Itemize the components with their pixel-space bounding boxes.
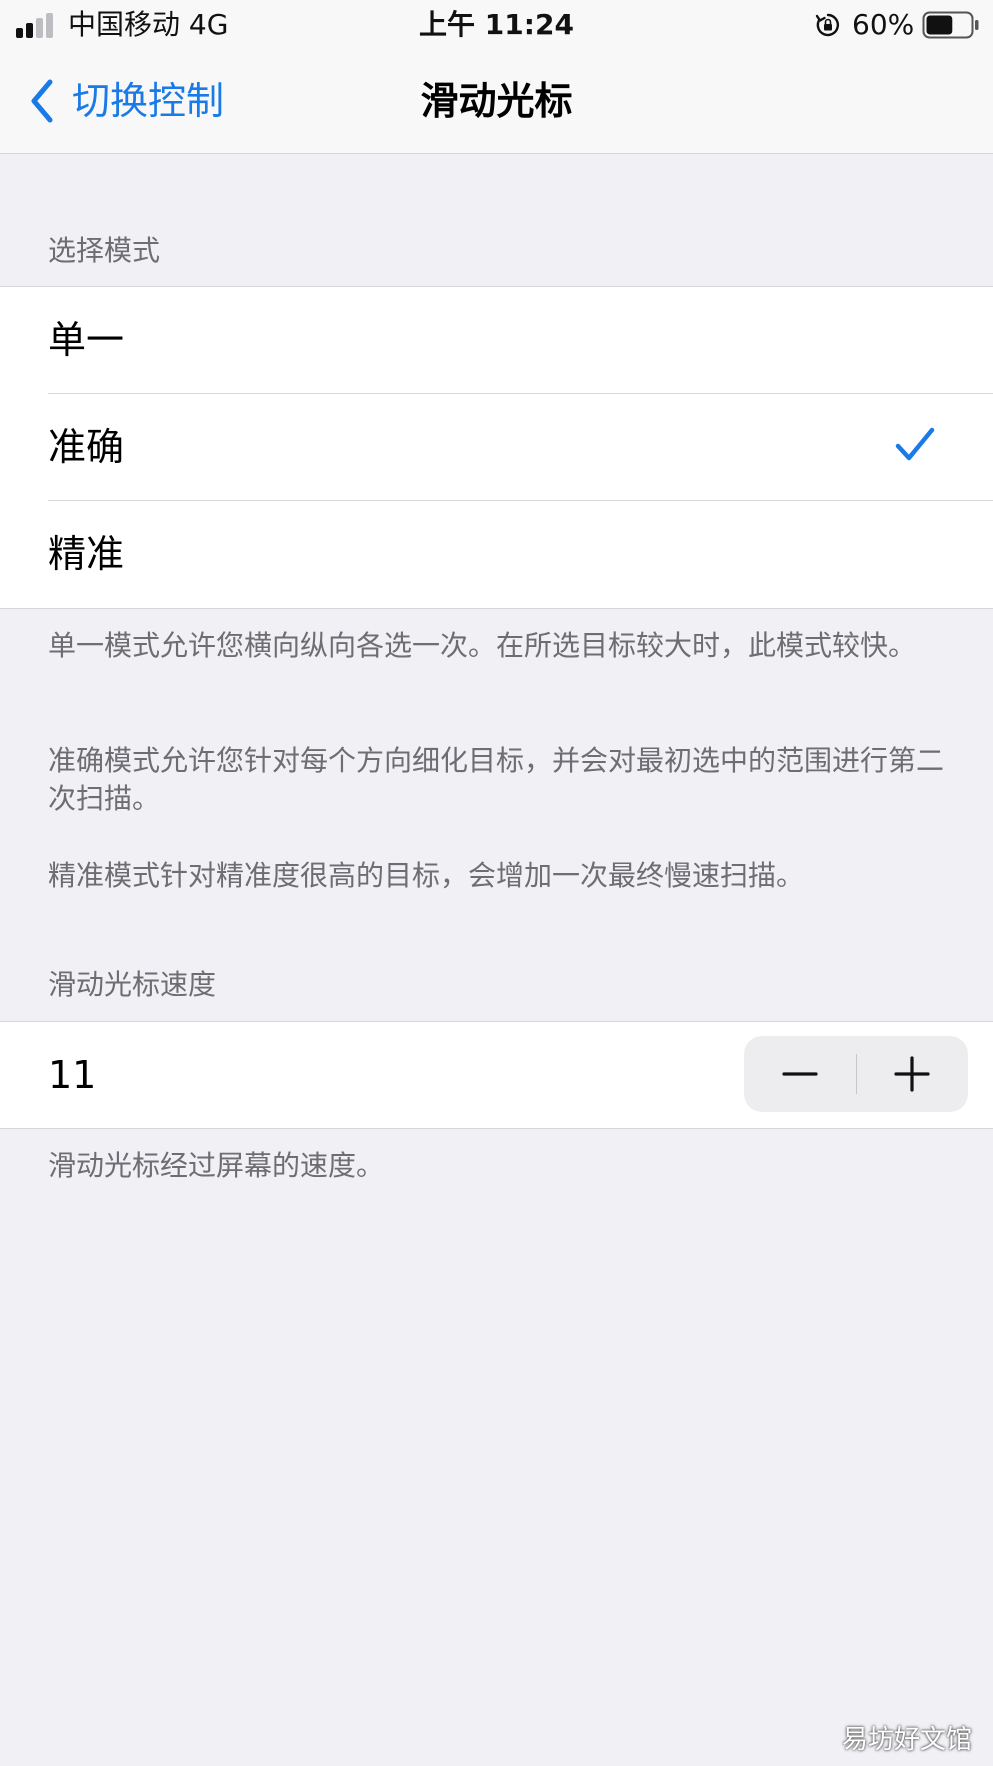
footer-accurate-mode: 准确模式允许您针对每个方向细化目标，并会对最初选中的范围进行第二次扫描。 xyxy=(48,744,945,815)
navigation-bar: 切换控制 滑动光标 xyxy=(0,52,993,153)
footer-precise-mode: 精准模式针对精准度很高的目标，会增加一次最终慢速扫描。 xyxy=(48,859,805,892)
plus-icon xyxy=(894,1056,930,1092)
speed-value: 11 xyxy=(48,1053,97,1097)
page-title: 滑动光标 xyxy=(420,79,573,123)
footer-speed: 滑动光标经过屏幕的速度。 xyxy=(48,1149,385,1182)
option-precise[interactable]: 精准 xyxy=(0,501,993,608)
minus-icon xyxy=(782,1072,818,1076)
option-label: 精准 xyxy=(48,532,125,576)
option-accurate[interactable]: 准确 xyxy=(0,394,993,501)
battery-percent: 60% xyxy=(852,8,915,41)
section-header-selection-mode: 选择模式 xyxy=(48,234,161,267)
option-label: 单一 xyxy=(48,318,125,362)
option-single[interactable]: 单一 xyxy=(0,287,993,394)
battery-icon xyxy=(922,11,979,39)
section-header-speed: 滑动光标速度 xyxy=(48,968,217,1001)
checkmark-icon xyxy=(895,427,935,461)
status-bar: 中国移动 4G 上午 11:24 60% xyxy=(0,0,993,52)
speed-stepper xyxy=(744,1036,968,1112)
status-time: 上午 11:24 xyxy=(419,8,574,41)
top-bar: 中国移动 4G 上午 11:24 60% 切换控制 滑动光标 xyxy=(0,0,993,154)
decrement-button[interactable] xyxy=(744,1036,856,1112)
footer-single-mode: 单一模式允许您横向纵向各选一次。在所选目标较大时，此模式较快。 xyxy=(48,629,917,662)
option-label: 准确 xyxy=(48,425,125,469)
watermark: 易坊好文馆 xyxy=(842,1725,973,1755)
selection-mode-list: 单一 准确 精准 xyxy=(0,286,993,609)
orientation-lock-icon xyxy=(815,13,840,37)
speed-row: 11 xyxy=(0,1021,993,1129)
increment-button[interactable] xyxy=(856,1036,968,1112)
